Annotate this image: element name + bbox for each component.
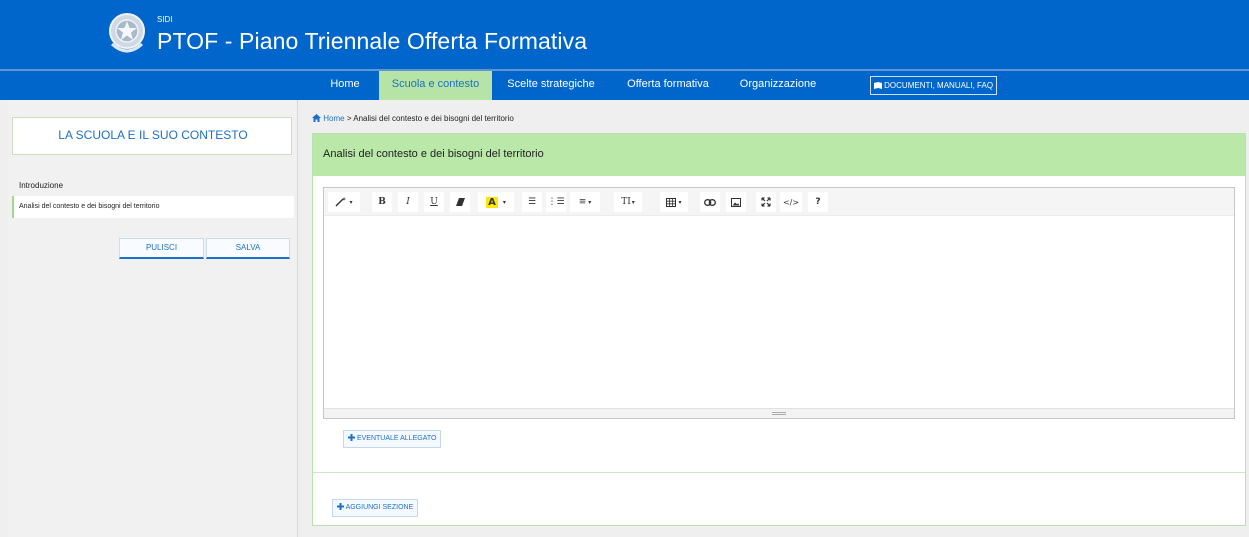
nav-scelte-strategiche[interactable]: Scelte strategiche [502, 71, 600, 100]
italic-icon: I [406, 197, 410, 207]
rich-text-editor: ▾ B I U A ▾ ☰ ⋮☰ ≡ ▾ TI ▾ ▾ </> ? [323, 187, 1235, 419]
breadcrumb-home-link[interactable]: Home [323, 114, 344, 123]
help-icon: ? [815, 197, 821, 207]
book-icon [873, 82, 882, 89]
table-icon [666, 197, 677, 207]
image-button[interactable] [726, 192, 746, 212]
org-label: SIDI [157, 15, 173, 24]
numbered-list-button[interactable]: ⋮☰ [546, 192, 566, 212]
app-title: PTOF - Piano Triennale Offerta Formativa [157, 28, 588, 54]
breadcrumb-separator: > [346, 114, 352, 123]
editor-resize-bar[interactable] [324, 408, 1234, 418]
text-size-button[interactable]: TI ▾ [614, 192, 642, 212]
bullet-list-icon: ☰ [527, 197, 537, 207]
section-title: Analisi del contesto e dei bisogni del t… [323, 148, 544, 160]
nav-scuola-e-contesto[interactable]: Scuola e contesto [379, 71, 492, 100]
text-size-icon: TI [621, 197, 631, 207]
editor-toolbar: ▾ B I U A ▾ ☰ ⋮☰ ≡ ▾ TI ▾ ▾ </> ? [324, 188, 1234, 216]
clear-format-button[interactable] [450, 192, 470, 212]
breadcrumb: Home > Analisi del contesto e dei bisogn… [312, 114, 514, 123]
code-view-button[interactable]: </> [780, 192, 802, 212]
plus-icon [337, 503, 344, 510]
breadcrumb-current: Analisi del contesto e dei bisogni del t… [353, 114, 514, 123]
nav-offerta-formativa[interactable]: Offerta formativa [618, 71, 718, 100]
font-color-button[interactable]: A ▾ [478, 192, 514, 212]
underline-button[interactable]: U [424, 192, 444, 212]
sidebar-title: LA SCUOLA E IL SUO CONTESTO [58, 128, 248, 142]
sidebar: LA SCUOLA E IL SUO CONTESTO Introduzione… [8, 100, 298, 537]
docs-faq-link[interactable]: DOCUMENTI, MANUALI, FAQ [870, 76, 997, 95]
code-view-icon: </> [782, 197, 800, 207]
section-header: Analisi del contesto e dei bisogni del t… [313, 134, 1245, 176]
add-section-label: AGGIUNGI SEZIONE [345, 504, 414, 511]
italian-republic-emblem-icon [109, 13, 145, 53]
attachment-button[interactable]: EVENTUALE ALLEGATO [343, 430, 442, 448]
section-panel: Analisi del contesto e dei bisogni del t… [312, 133, 1246, 526]
table-button[interactable]: ▾ [660, 192, 688, 212]
section-divider [313, 472, 1245, 473]
align-icon: ≡ [578, 197, 587, 207]
magic-icon [335, 197, 347, 207]
main-nav: Home Scuola e contesto Scelte strategich… [0, 69, 1249, 100]
editor-content-area[interactable] [324, 216, 1234, 408]
fullscreen-button[interactable] [756, 192, 776, 212]
resize-grip-icon [772, 412, 786, 415]
bold-icon: B [378, 197, 386, 207]
sidebar-title-box: LA SCUOLA E IL SUO CONTESTO [12, 117, 292, 155]
image-icon [731, 197, 741, 207]
sidebar-item-introduzione[interactable]: Introduzione [19, 181, 63, 190]
attachment-label: EVENTUALE ALLEGATO [356, 435, 437, 442]
add-section-button[interactable]: AGGIUNGI SEZIONE [332, 499, 419, 517]
underline-icon: U [430, 197, 438, 207]
font-color-icon: A [486, 196, 498, 208]
italic-button[interactable]: I [398, 192, 418, 212]
nav-home[interactable]: Home [322, 71, 368, 100]
link-icon [704, 198, 716, 206]
header-bar: SIDI PTOF - Piano Triennale Offerta Form… [0, 0, 1249, 69]
save-button[interactable]: SALVA [206, 238, 290, 259]
bold-button[interactable]: B [372, 192, 392, 212]
clear-button[interactable]: PULISCI [119, 238, 204, 259]
magic-style-button[interactable]: ▾ [328, 192, 360, 212]
sidebar-item-analisi-contesto[interactable]: Analisi del contesto e dei bisogni del t… [12, 196, 294, 218]
help-button[interactable]: ? [808, 192, 828, 212]
nav-organizzazione[interactable]: Organizzazione [734, 71, 822, 100]
docs-faq-label: DOCUMENTI, MANUALI, FAQ [884, 81, 994, 90]
home-icon [312, 114, 321, 122]
align-button[interactable]: ≡ ▾ [570, 192, 600, 212]
link-button[interactable] [700, 192, 720, 212]
fullscreen-icon [761, 197, 771, 207]
eraser-icon [455, 198, 465, 206]
plus-icon [348, 434, 355, 441]
bullet-list-button[interactable]: ☰ [522, 192, 542, 212]
numbered-list-icon: ⋮☰ [547, 197, 565, 207]
